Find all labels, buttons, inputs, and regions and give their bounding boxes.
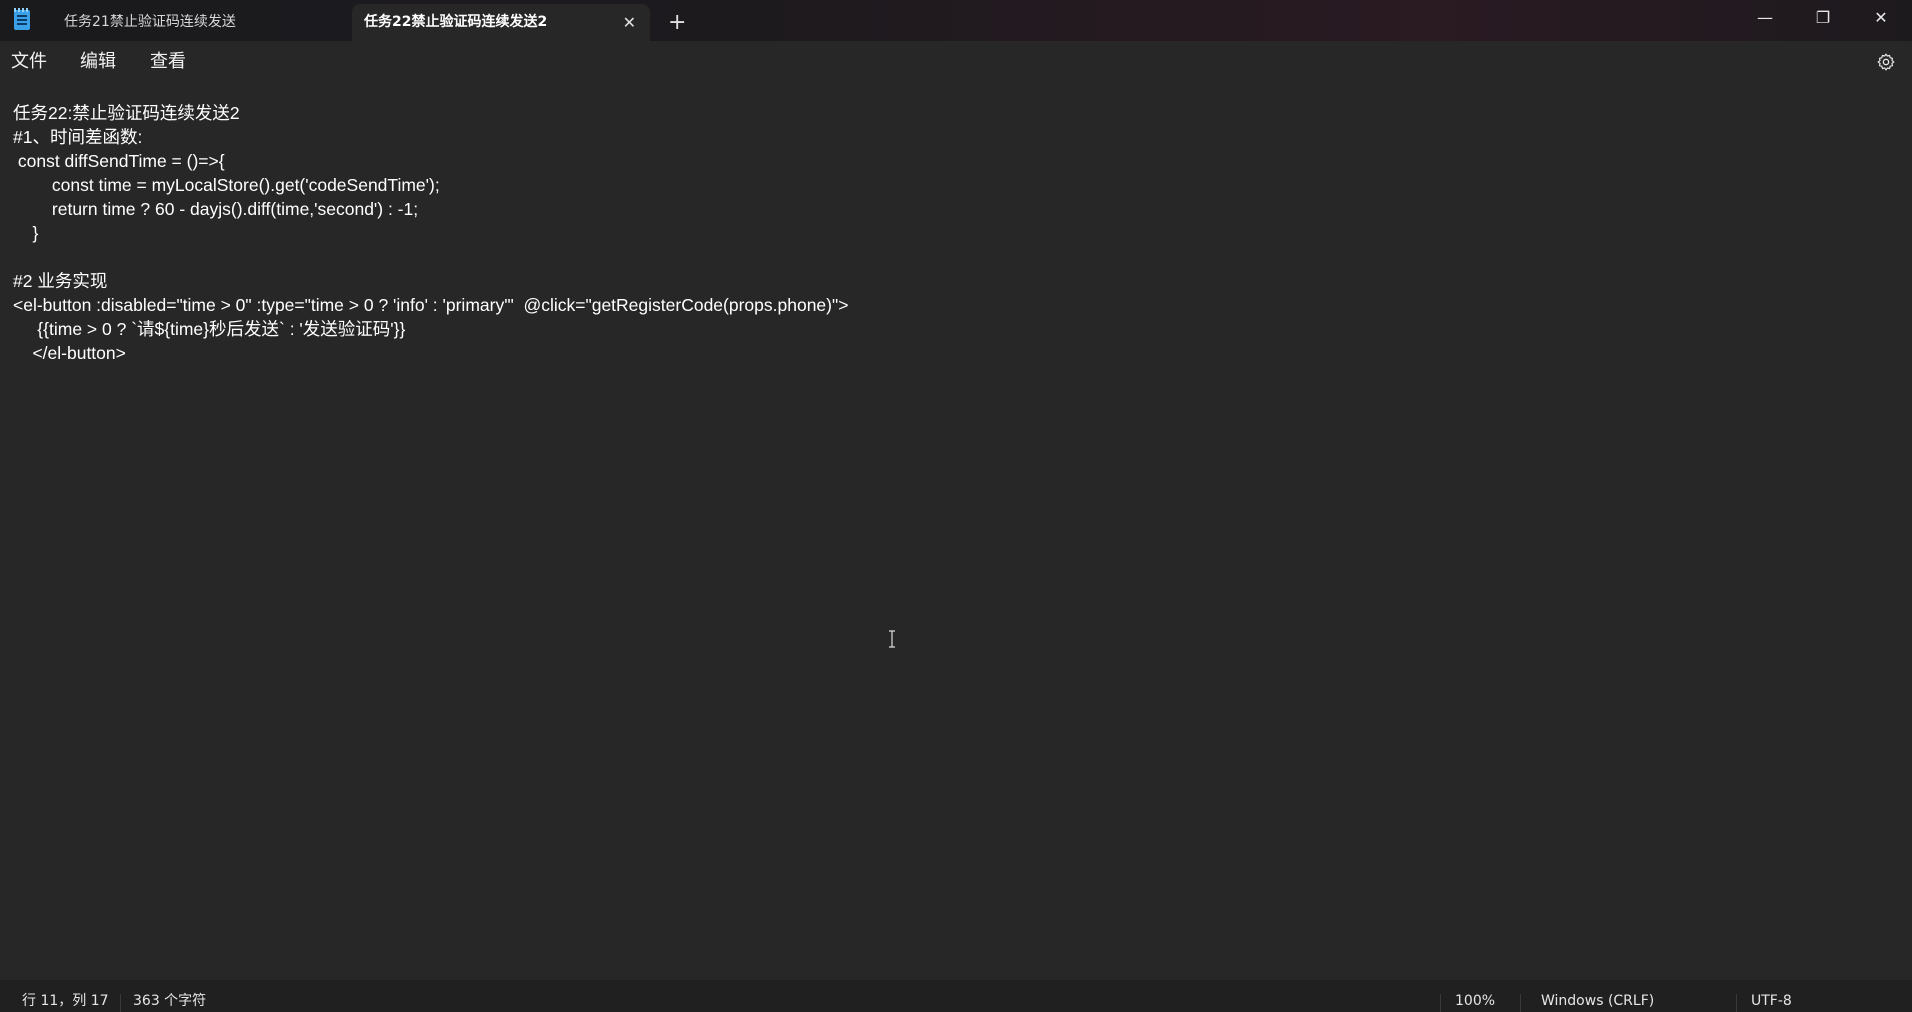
close-window-button[interactable]: ✕ bbox=[1852, 0, 1910, 36]
status-divider bbox=[120, 994, 121, 1012]
maximize-button[interactable]: ❐ bbox=[1794, 0, 1852, 36]
tab-label: 任务22禁止验证码连续发送2 bbox=[364, 14, 548, 30]
tab-task21[interactable]: 任务21禁止验证码连续发送 bbox=[50, 4, 350, 41]
status-divider bbox=[1736, 994, 1737, 1012]
menu-view[interactable]: 查看 bbox=[150, 41, 186, 82]
menu-edit[interactable]: 编辑 bbox=[80, 41, 116, 82]
line-ending[interactable]: Windows (CRLF) bbox=[1541, 980, 1654, 1012]
add-tab-button[interactable]: + bbox=[668, 4, 686, 41]
text-editor[interactable]: 任务22:禁止验证码连续发送2 #1、时间差函数: const diffSend… bbox=[0, 82, 1912, 980]
status-divider bbox=[1520, 994, 1521, 1012]
zoom-level[interactable]: 100% bbox=[1455, 980, 1495, 1012]
status-bar: 行 11，列 17 363 个字符 100% Windows (CRLF) UT… bbox=[0, 980, 1912, 1012]
encoding[interactable]: UTF-8 bbox=[1751, 980, 1792, 1012]
status-divider bbox=[1440, 994, 1441, 1012]
restore-icon: ❐ bbox=[1815, 8, 1831, 27]
close-tab-icon[interactable]: ✕ bbox=[623, 4, 636, 41]
close-icon: ✕ bbox=[1874, 8, 1888, 27]
minimize-icon: — bbox=[1757, 8, 1773, 27]
tab-label: 任务21禁止验证码连续发送 bbox=[64, 14, 236, 30]
menu-file[interactable]: 文件 bbox=[11, 41, 47, 82]
text-cursor-icon bbox=[889, 630, 895, 648]
minimize-button[interactable]: — bbox=[1736, 0, 1794, 36]
cursor-position[interactable]: 行 11，列 17 bbox=[22, 980, 109, 1012]
char-count: 363 个字符 bbox=[133, 993, 207, 1009]
tab-task22[interactable]: 任务22禁止验证码连续发送2 ✕ bbox=[352, 4, 650, 41]
notepad-icon bbox=[14, 8, 30, 30]
editor-content[interactable]: 任务22:禁止验证码连续发送2 #1、时间差函数: const diffSend… bbox=[13, 101, 848, 365]
title-bar: 任务21禁止验证码连续发送 任务22禁止验证码连续发送2 ✕ + — ❐ ✕ bbox=[0, 0, 1912, 41]
notepad-window: 任务21禁止验证码连续发送 任务22禁止验证码连续发送2 ✕ + — ❐ ✕ 文… bbox=[0, 0, 1912, 1012]
gear-icon[interactable] bbox=[1876, 52, 1896, 72]
menu-bar: 文件 编辑 查看 bbox=[0, 41, 1912, 83]
